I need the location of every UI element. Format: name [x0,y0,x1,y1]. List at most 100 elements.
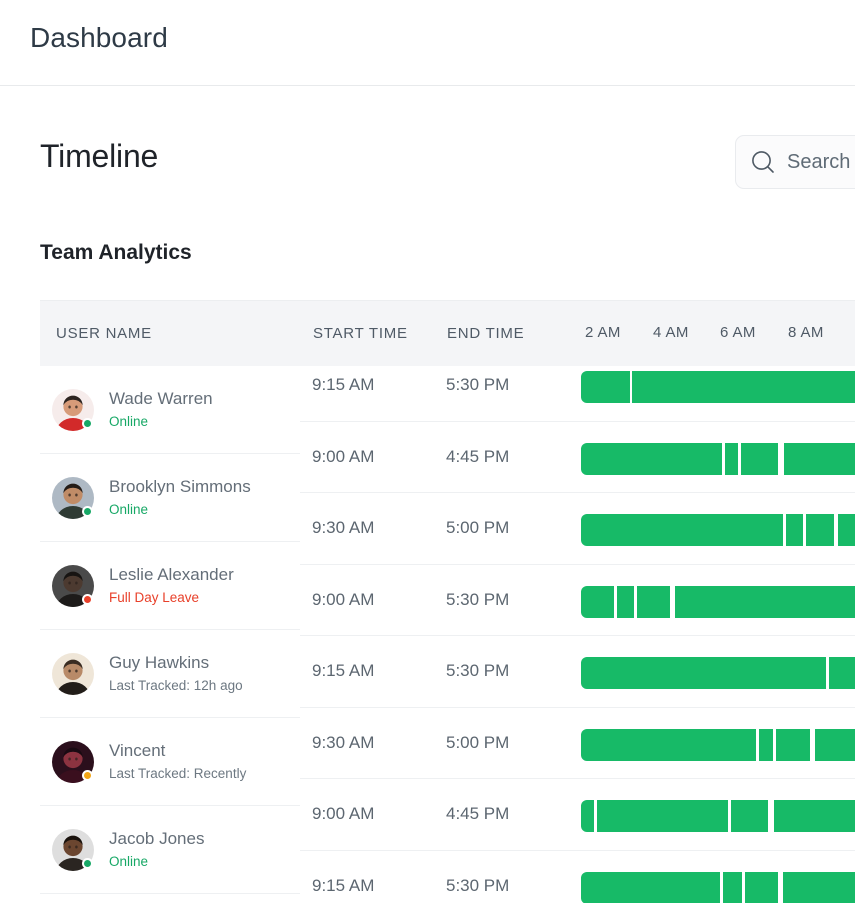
status-badge [82,857,93,869]
bar-track [570,585,855,618]
bar-segment[interactable] [838,514,855,546]
end-time-value: 4:45 PM [446,446,510,466]
end-time-value: 5:00 PM [446,732,510,752]
bar-track [570,442,855,475]
bar-segment[interactable] [581,442,722,475]
status-badge [82,505,93,517]
bar-segment[interactable] [617,585,634,618]
bar-segment[interactable] [829,657,855,689]
bar-segment[interactable] [581,657,826,689]
timeline-bar-row[interactable] [570,851,855,903]
user-name: Vincent [109,740,166,760]
bar-segment[interactable] [581,514,783,546]
timeline-bar-row[interactable] [570,779,855,851]
avatar [52,388,94,431]
bar-segment[interactable] [581,585,614,618]
user-name: Guy Hawkins [109,652,210,672]
bar-segment[interactable] [741,442,778,475]
start-time-value: 9:00 AM [312,804,375,824]
column-header-start-time[interactable]: START TIME [313,325,408,342]
bar-segment[interactable] [786,514,803,546]
time-tick-6am: 6 AM [720,324,756,341]
bar-track [570,800,855,832]
time-tick-2am: 2 AM [585,324,621,341]
user-name: Brooklyn Simmons [109,476,251,496]
user-name: Wade Warren [109,388,213,408]
top-bar: Dashboard [0,0,855,86]
bar-segment[interactable] [675,585,855,618]
end-time-value: 5:30 PM [446,375,510,395]
timeline-bar-row[interactable] [570,350,855,422]
timeline-bar-row[interactable] [570,493,855,565]
bar-segment[interactable] [581,800,594,832]
user-name: Jacob Jones [109,828,205,848]
bar-segment[interactable] [637,585,670,618]
bar-segment[interactable] [632,371,855,403]
table-row[interactable]: Leslie Alexander Full Day Leave [40,542,300,630]
user-name: Leslie Alexander [109,564,234,584]
section-title: Team Analytics [40,241,192,264]
end-time-value: 5:30 PM [446,589,510,609]
bar-segment[interactable] [725,442,738,475]
avatar [52,564,94,607]
user-info: Leslie Alexander Full Day Leave [109,564,234,608]
bar-track [570,657,855,689]
status-badge [82,417,93,429]
user-info: Guy Hawkins Last Tracked: 12h ago [109,652,243,696]
bar-segment[interactable] [581,871,720,903]
user-list[interactable]: Wade Warren Online Brooklyn Simmons Online… [40,366,300,903]
column-header-end-time[interactable]: END TIME [447,325,524,342]
start-time-value: 9:15 AM [312,661,375,681]
user-info: Brooklyn Simmons Online [109,476,251,520]
start-time-value: 9:15 AM [312,375,375,395]
bar-segment[interactable] [745,871,778,903]
bar-segment[interactable] [581,371,630,403]
user-status: Online [109,501,149,517]
search-placeholder: Search [787,150,851,173]
bar-segment[interactable] [815,728,855,761]
avatar [52,476,94,519]
bar-segment[interactable] [776,728,810,761]
user-status: Last Tracked: 12h ago [109,677,243,693]
bar-segment[interactable] [759,728,773,761]
end-time-value: 4:45 PM [446,804,510,824]
timeline-bar-row[interactable] [570,708,855,779]
time-row: 9:15 AM 5:30 PM [300,350,570,422]
user-status: Last Tracked: Recently [109,765,247,781]
search-icon [750,149,776,175]
column-header-user-name[interactable]: USER NAME [56,325,152,342]
avatar [52,740,94,783]
table-row[interactable]: Wade Warren Online [40,366,300,454]
bar-segment[interactable] [774,800,855,832]
table-row[interactable]: Vincent Last Tracked: Recently [40,718,300,806]
status-badge [82,593,93,605]
bar-segment[interactable] [731,800,768,832]
bar-segment[interactable] [783,871,855,903]
timeline-bar-row[interactable] [570,636,855,708]
bar-segment[interactable] [581,728,756,761]
table-row[interactable]: Brooklyn Simmons Online [40,454,300,542]
timeline-bar-row[interactable] [570,565,855,636]
timeline-bar-row[interactable] [570,422,855,493]
bar-segment[interactable] [723,871,742,903]
table-row[interactable]: Jacob Jones Online [40,806,300,894]
time-tick-4am: 4 AM [653,324,689,341]
start-time-value: 9:00 AM [312,589,375,609]
bar-segment[interactable] [806,514,834,546]
user-status: Online [109,413,149,429]
time-row: 9:30 AM 5:00 PM [300,708,570,779]
bar-segment[interactable] [597,800,728,832]
bar-segment[interactable] [784,442,855,475]
timeline-bars[interactable] [570,350,855,903]
start-time-value: 9:15 AM [312,875,375,895]
table-row[interactable]: Guy Hawkins Last Tracked: 12h ago [40,630,300,718]
user-info: Jacob Jones Online [109,828,204,872]
end-time-value: 5:30 PM [446,875,510,895]
time-row: 9:30 AM 5:00 PM [300,493,570,565]
bar-track [570,514,855,546]
user-status: Full Day Leave [109,589,200,605]
time-row: 9:15 AM 5:30 PM [300,851,570,903]
search-input[interactable]: Search [735,135,855,189]
start-time-value: 9:00 AM [312,446,375,466]
time-columns[interactable]: 9:15 AM 5:30 PM 9:00 AM 4:45 PM 9:30 AM 5:00 … [300,350,570,903]
